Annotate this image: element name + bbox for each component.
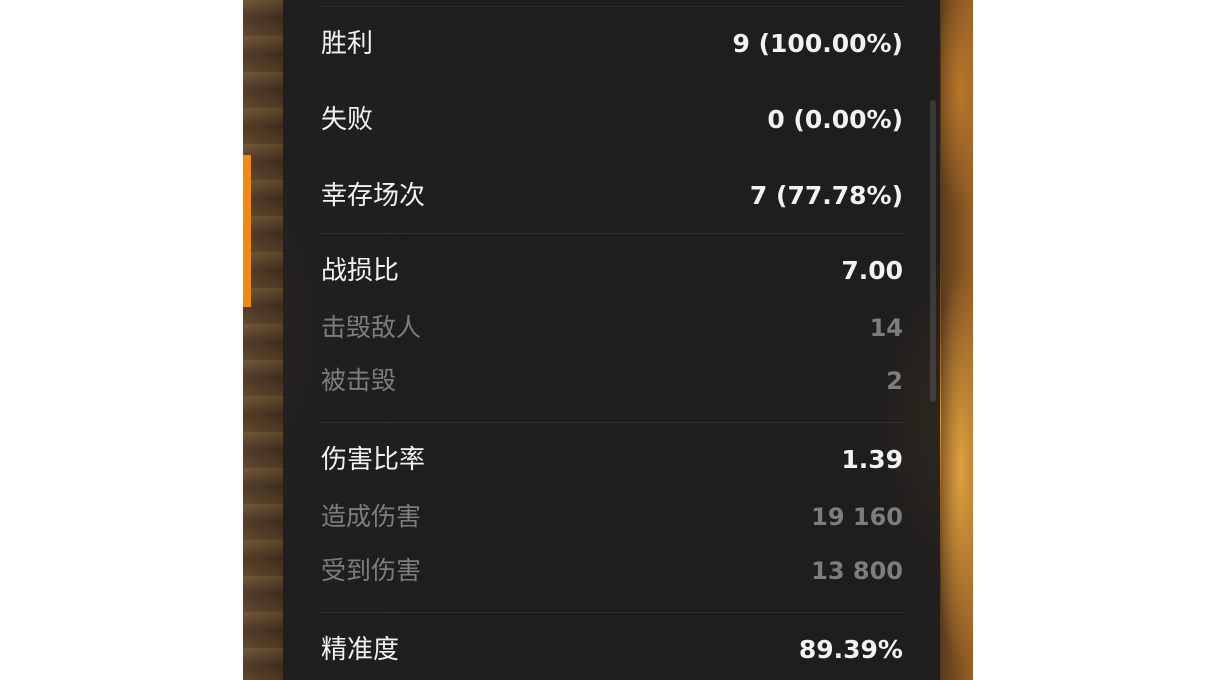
scrollbar-thumb[interactable] — [930, 100, 936, 402]
stat-value: 7 (77.78%) — [749, 181, 903, 210]
selected-tab-indicator — [243, 155, 251, 307]
stat-row-accuracy: 精准度 89.39% — [321, 630, 903, 670]
stat-label: 造成伤害 — [321, 502, 422, 531]
stat-row-survived: 幸存场次 7 (77.78%) — [321, 176, 903, 216]
stat-value: 7.00 — [841, 256, 903, 285]
stat-row-victories: 胜利 9 (100.00%) — [321, 24, 903, 64]
stat-label: 精准度 — [321, 635, 400, 665]
divider — [321, 6, 903, 7]
stat-label: 伤害比率 — [321, 445, 426, 475]
stat-label: 受到伤害 — [321, 556, 422, 585]
stat-row-destroyed: 击毁敌人 14 — [321, 308, 903, 348]
background-art-right — [941, 0, 973, 680]
stat-value: 13 800 — [811, 557, 903, 585]
section-divider — [321, 422, 903, 423]
stat-value: 0 (0.00%) — [767, 105, 903, 134]
stat-row-kd-ratio: 战损比 7.00 — [321, 251, 903, 291]
stat-row-damage-received: 受到伤害 13 800 — [321, 551, 903, 591]
stat-value: 19 160 — [811, 503, 903, 531]
section-divider — [321, 612, 903, 613]
stat-value: 1.39 — [841, 445, 903, 474]
section-divider — [321, 233, 903, 234]
stat-value: 89.39% — [798, 635, 903, 664]
stat-value: 9 (100.00%) — [732, 29, 903, 58]
stat-row-killed: 被击毁 2 — [321, 361, 903, 401]
stat-value: 2 — [886, 367, 903, 395]
background-art-left — [243, 0, 283, 680]
stat-row-damage-ratio: 伤害比率 1.39 — [321, 440, 903, 480]
stat-label: 失败 — [321, 105, 374, 135]
stat-label: 战损比 — [321, 256, 400, 286]
stat-label: 胜利 — [321, 29, 374, 59]
battle-stats-panel[interactable]: 胜利 9 (100.00%) 失败 0 (0.00%) 幸存场次 7 (77.7… — [283, 0, 940, 680]
stat-value: 14 — [869, 314, 903, 342]
stat-row-damage-dealt: 造成伤害 19 160 — [321, 497, 903, 537]
stat-row-defeats: 失败 0 (0.00%) — [321, 100, 903, 140]
stat-label: 幸存场次 — [321, 181, 426, 211]
stat-label: 击毁敌人 — [321, 313, 422, 342]
stat-label: 被击毁 — [321, 366, 397, 395]
